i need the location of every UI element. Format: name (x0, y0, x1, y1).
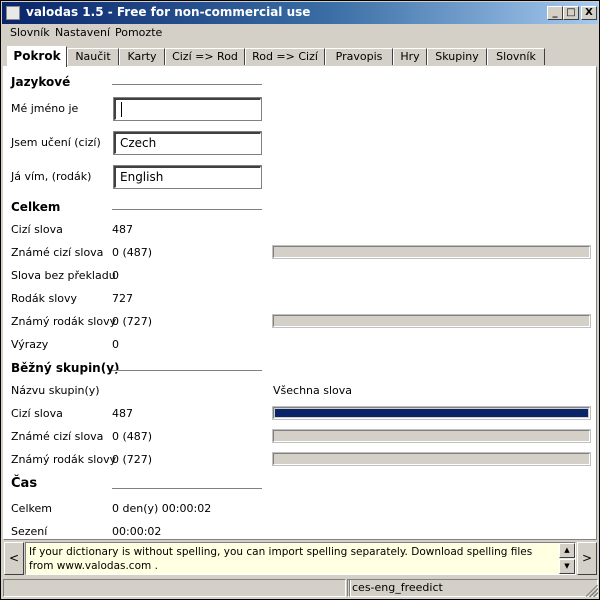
section-heading-totals: Celkem (11, 200, 61, 214)
minimize-button[interactable]: _ (547, 6, 563, 20)
maximize-button[interactable]: □ (563, 6, 579, 20)
scroll-up-button[interactable]: ▲ (559, 543, 575, 558)
group-known-foreign-value: 0 (487) (112, 430, 153, 443)
section-divider (112, 488, 262, 490)
app-window: valodas 1.5 - Free for non-commercial us… (0, 0, 600, 600)
hint-text: If your dictionary is without spelling, … (29, 546, 533, 572)
group-known-foreign-label: Známé cizí slova (11, 430, 104, 443)
section-heading-groups: Běžný skupin(y) (11, 361, 120, 375)
tab-strip: Pokrok Naučit Karty Cizí => Rod Rod => C… (1, 45, 600, 67)
group-known-native-label: Známý rodák slovy (11, 453, 117, 466)
known-foreign-words-value: 0 (487) (112, 246, 153, 259)
previous-hint-button[interactable]: < (4, 542, 24, 575)
text-caret (121, 102, 122, 117)
scroll-down-button[interactable]: ▼ (559, 559, 575, 574)
native-language-input[interactable]: English (113, 165, 262, 189)
window-title: valodas 1.5 - Free for non-commercial us… (26, 5, 311, 19)
group-known-foreign-progress (272, 429, 591, 443)
untranslated-words-value: 0 (112, 269, 119, 282)
hint-scrollbar[interactable]: ▲ ▼ (559, 543, 575, 574)
close-button[interactable]: X (581, 6, 597, 20)
group-foreign-words-label: Cizí slova (11, 407, 63, 420)
native-language-label: Já vím, (rodák) (11, 170, 92, 183)
name-input[interactable] (113, 97, 262, 121)
learning-language-input[interactable]: Czech (113, 131, 262, 155)
status-dictionary: ces-eng_freedict (349, 579, 598, 597)
session-time-label: Sezení (11, 525, 48, 538)
menu-slovnik[interactable]: Slovník (10, 26, 50, 39)
progress-panel: Jazykové Mé jméno je Jsem učení (cizí) C… (3, 66, 597, 540)
tab-slovnik[interactable]: Slovník (487, 48, 545, 65)
group-known-native-progress (272, 452, 591, 466)
tab-skupiny[interactable]: Skupiny (427, 48, 487, 65)
section-heading-language: Jazykové (11, 75, 71, 89)
group-foreign-words-value: 487 (112, 407, 133, 420)
name-label: Mé jméno je (11, 102, 79, 115)
tab-cizi-rod[interactable]: Cizí => Rod (165, 48, 245, 65)
group-known-native-value: 0 (727) (112, 453, 153, 466)
group-name-label: Názvu skupin(y) (11, 384, 100, 397)
known-native-words-progress (272, 314, 591, 328)
section-heading-time: Čas (11, 476, 38, 491)
menu-nastaveni[interactable]: Nastavení (55, 26, 110, 39)
tab-hry[interactable]: Hry (393, 48, 427, 65)
resize-grip[interactable] (586, 585, 598, 597)
section-divider (112, 209, 262, 211)
phrases-value: 0 (112, 338, 119, 351)
tab-rod-cizi[interactable]: Rod => Cizí (245, 48, 325, 65)
untranslated-words-label: Slova bez překladu (11, 269, 116, 282)
group-name-value: Všechna slova (273, 384, 353, 397)
section-divider (112, 84, 262, 86)
total-foreign-words-value: 487 (112, 223, 133, 236)
next-hint-button[interactable]: > (577, 542, 597, 575)
tab-naucit[interactable]: Naučit (67, 48, 119, 65)
menu-bar: Slovník Nastavení Pomozte (2, 24, 598, 42)
phrases-label: Výrazy (11, 338, 49, 351)
total-time-label: Celkem (11, 502, 52, 515)
tab-pokrok[interactable]: Pokrok (7, 46, 67, 67)
status-bar: ces-eng_freedict (3, 579, 599, 598)
group-foreign-words-progress (272, 406, 591, 420)
native-words-label: Rodák slovy (11, 292, 78, 305)
total-foreign-words-label: Cizí slova (11, 223, 63, 236)
known-native-words-label: Známý rodák slovy (11, 315, 117, 328)
menu-pomozte[interactable]: Pomozte (115, 26, 162, 39)
status-pane-left (3, 579, 346, 597)
section-divider (112, 370, 262, 372)
tab-karty[interactable]: Karty (119, 48, 165, 65)
known-foreign-words-progress (272, 245, 591, 259)
tab-pravopis[interactable]: Pravopis (325, 48, 393, 65)
known-native-words-value: 0 (727) (112, 315, 153, 328)
session-time-value: 00:00:02 (112, 525, 162, 538)
title-bar[interactable]: valodas 1.5 - Free for non-commercial us… (2, 2, 598, 24)
hint-box: If your dictionary is without spelling, … (25, 542, 576, 575)
native-words-value: 727 (112, 292, 133, 305)
known-foreign-words-label: Známé cizí slova (11, 246, 104, 259)
learning-language-label: Jsem učení (cizí) (11, 136, 101, 149)
progress-fill (275, 409, 588, 417)
total-time-value: 0 den(y) 00:00:02 (112, 502, 212, 515)
hint-area: < If your dictionary is without spelling… (4, 542, 598, 576)
app-icon (6, 6, 20, 20)
